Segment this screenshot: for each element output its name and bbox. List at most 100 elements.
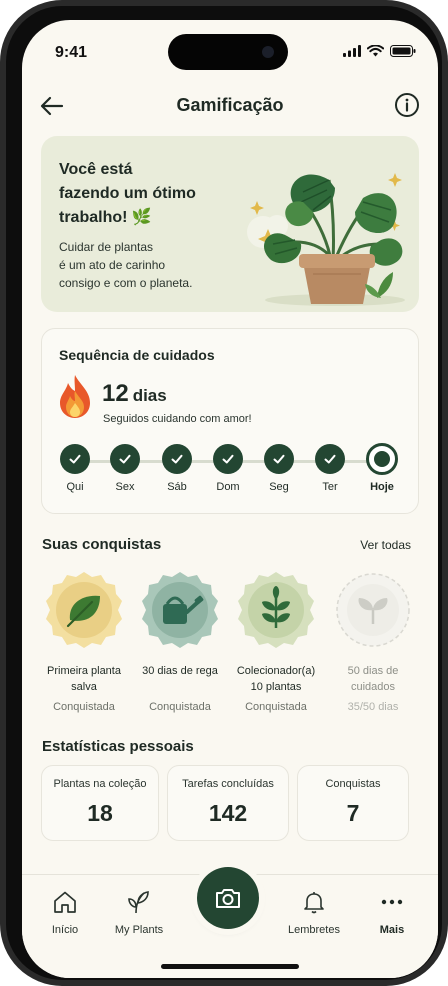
see-all-link[interactable]: Ver todas: [360, 538, 411, 552]
badge-name-line: Colecionador(a): [236, 665, 316, 677]
hero-text-line: Cuidar de plantas: [59, 240, 154, 254]
streak-subtitle: Seguidos cuidando com amor!: [103, 413, 252, 425]
hero-text-line: é um ato de carinho: [59, 258, 166, 272]
sprout-icon: [238, 572, 314, 648]
potted-plant-illustration: [247, 173, 405, 306]
info-icon[interactable]: [394, 92, 420, 118]
check-icon: [264, 444, 294, 474]
check-icon: [60, 444, 90, 474]
stat-card: Conquistas 7: [297, 765, 409, 841]
watering-can-icon: [142, 572, 218, 648]
tab-reminders[interactable]: Lembretes: [279, 889, 349, 936]
badge-progress: 35/50 dias: [347, 701, 399, 713]
badge-name-line: cuidados: [350, 681, 396, 693]
stat-card: Tarefas concluídas 142: [167, 765, 289, 841]
badge-status: Conquistada: [149, 701, 211, 713]
stat-card: Plantas na coleção 18: [41, 765, 159, 841]
tab-label: My Plants: [114, 924, 164, 936]
signal-icon: [343, 45, 361, 57]
status-time: 9:41: [55, 44, 88, 61]
streak-day-today: Hoje: [362, 443, 402, 493]
streak-count-value: 12: [102, 380, 129, 407]
hero-card: Você está fazendo um ótimo trabalho! 🌿 C…: [41, 136, 419, 312]
flame-icon: [60, 375, 90, 418]
check-icon: [162, 444, 192, 474]
achievements-title: Suas conquistas: [42, 536, 162, 553]
hero-title-line: fazendo um ótimo: [59, 185, 196, 202]
tab-label: Lembretes: [288, 924, 340, 936]
badge-name: 50 dias de cuidados: [325, 663, 421, 695]
badge-name: 30 dias de rega: [132, 663, 228, 695]
streak-day-label: Dom: [216, 481, 240, 493]
hero-text-line: consigo e com o planeta.: [59, 276, 193, 290]
streak-day-label: Sex: [115, 481, 135, 493]
tab-home[interactable]: Início: [30, 889, 100, 936]
hero-text: Cuidar de plantas é um ato de carinho co…: [59, 238, 229, 292]
badge-name: Primeira planta salva: [36, 663, 132, 695]
header: Gamificação: [22, 86, 438, 126]
streak-day: Sex: [105, 444, 145, 493]
page-title: Gamificação: [176, 95, 284, 115]
streak-day: Seg: [259, 444, 299, 493]
achievement-badge[interactable]: Primeira planta salva Conquistada: [36, 570, 132, 713]
badge-status: Conquistada: [53, 701, 115, 713]
streak-day-label: Qui: [66, 481, 84, 493]
camera-button[interactable]: [197, 867, 259, 929]
check-icon: [110, 444, 140, 474]
tab-my-plants[interactable]: My Plants: [104, 889, 174, 936]
achievement-badge-locked[interactable]: 50 dias de cuidados 35/50 dias: [325, 570, 421, 713]
streak-day-label: Hoje: [370, 481, 394, 493]
streak-count-unit: dias: [132, 386, 167, 405]
home-indicator: [161, 964, 299, 969]
bell-icon: [304, 892, 324, 914]
stat-label: Plantas na coleção: [53, 778, 147, 790]
camera-lens: [262, 46, 274, 58]
hero-title-line: Você está: [59, 161, 133, 178]
check-icon: [315, 444, 345, 474]
tab-more[interactable]: Mais: [357, 889, 427, 936]
badge-status: Conquistada: [245, 701, 307, 713]
badge-name-line: 30 dias de rega: [142, 665, 218, 677]
streak-day-label: Sáb: [167, 481, 187, 493]
phone-frame: 9:41 Gamificação Você está fazendo um ót…: [0, 0, 448, 986]
badge-name-line: 10 plantas: [250, 681, 302, 693]
tab-label: Início: [51, 924, 79, 936]
camera-icon: [216, 889, 240, 908]
streak-day-label: Ter: [322, 481, 338, 493]
more-dots-icon: [381, 899, 403, 905]
leaf-icon: [46, 572, 122, 648]
screen: 9:41 Gamificação Você está fazendo um ót…: [22, 20, 438, 978]
streak-card: Sequência de cuidados 12 dias Seguidos cu…: [41, 328, 419, 514]
achievement-badge[interactable]: 30 dias de rega Conquistada: [132, 570, 228, 713]
badge-name-line: salva: [71, 681, 97, 693]
home-icon: [54, 891, 76, 913]
stat-value: 18: [87, 800, 113, 826]
today-dot-icon: [366, 443, 398, 475]
badge-name-line: Primeira planta: [47, 665, 121, 677]
sprout-icon: [336, 573, 410, 647]
battery-icon: [390, 45, 416, 57]
stat-label: Tarefas concluídas: [182, 778, 274, 790]
check-icon: [213, 444, 243, 474]
tab-label: Mais: [379, 924, 405, 936]
hero-title: Você está fazendo um ótimo trabalho! 🌿: [59, 158, 239, 230]
dynamic-island: [168, 34, 288, 70]
stat-label: Conquistas: [325, 778, 381, 790]
streak-day: Ter: [310, 444, 350, 493]
wifi-icon: [367, 45, 384, 57]
badge-name-line: 50 dias de: [347, 665, 399, 677]
streak-day: Sáb: [157, 444, 197, 493]
hero-title-line: trabalho! 🌿: [59, 209, 152, 226]
bottom-tab-bar: Início My Plants Lembretes Mais: [22, 867, 438, 978]
achievement-badge[interactable]: Colecionador(a) 10 plantas Conquistada: [228, 570, 324, 713]
streak-title: Sequência de cuidados: [59, 347, 215, 363]
streak-day: Qui: [55, 444, 95, 493]
streak-day-label: Seg: [269, 481, 289, 493]
stats-title: Estatísticas pessoais: [42, 738, 194, 755]
stat-value: 142: [208, 800, 248, 826]
streak-count: 12 dias: [102, 380, 167, 408]
phone-bezel: 9:41 Gamificação Você está fazendo um ót…: [6, 6, 442, 980]
stat-value: 7: [346, 800, 360, 826]
streak-day: Dom: [208, 444, 248, 493]
status-icons: [343, 45, 416, 57]
